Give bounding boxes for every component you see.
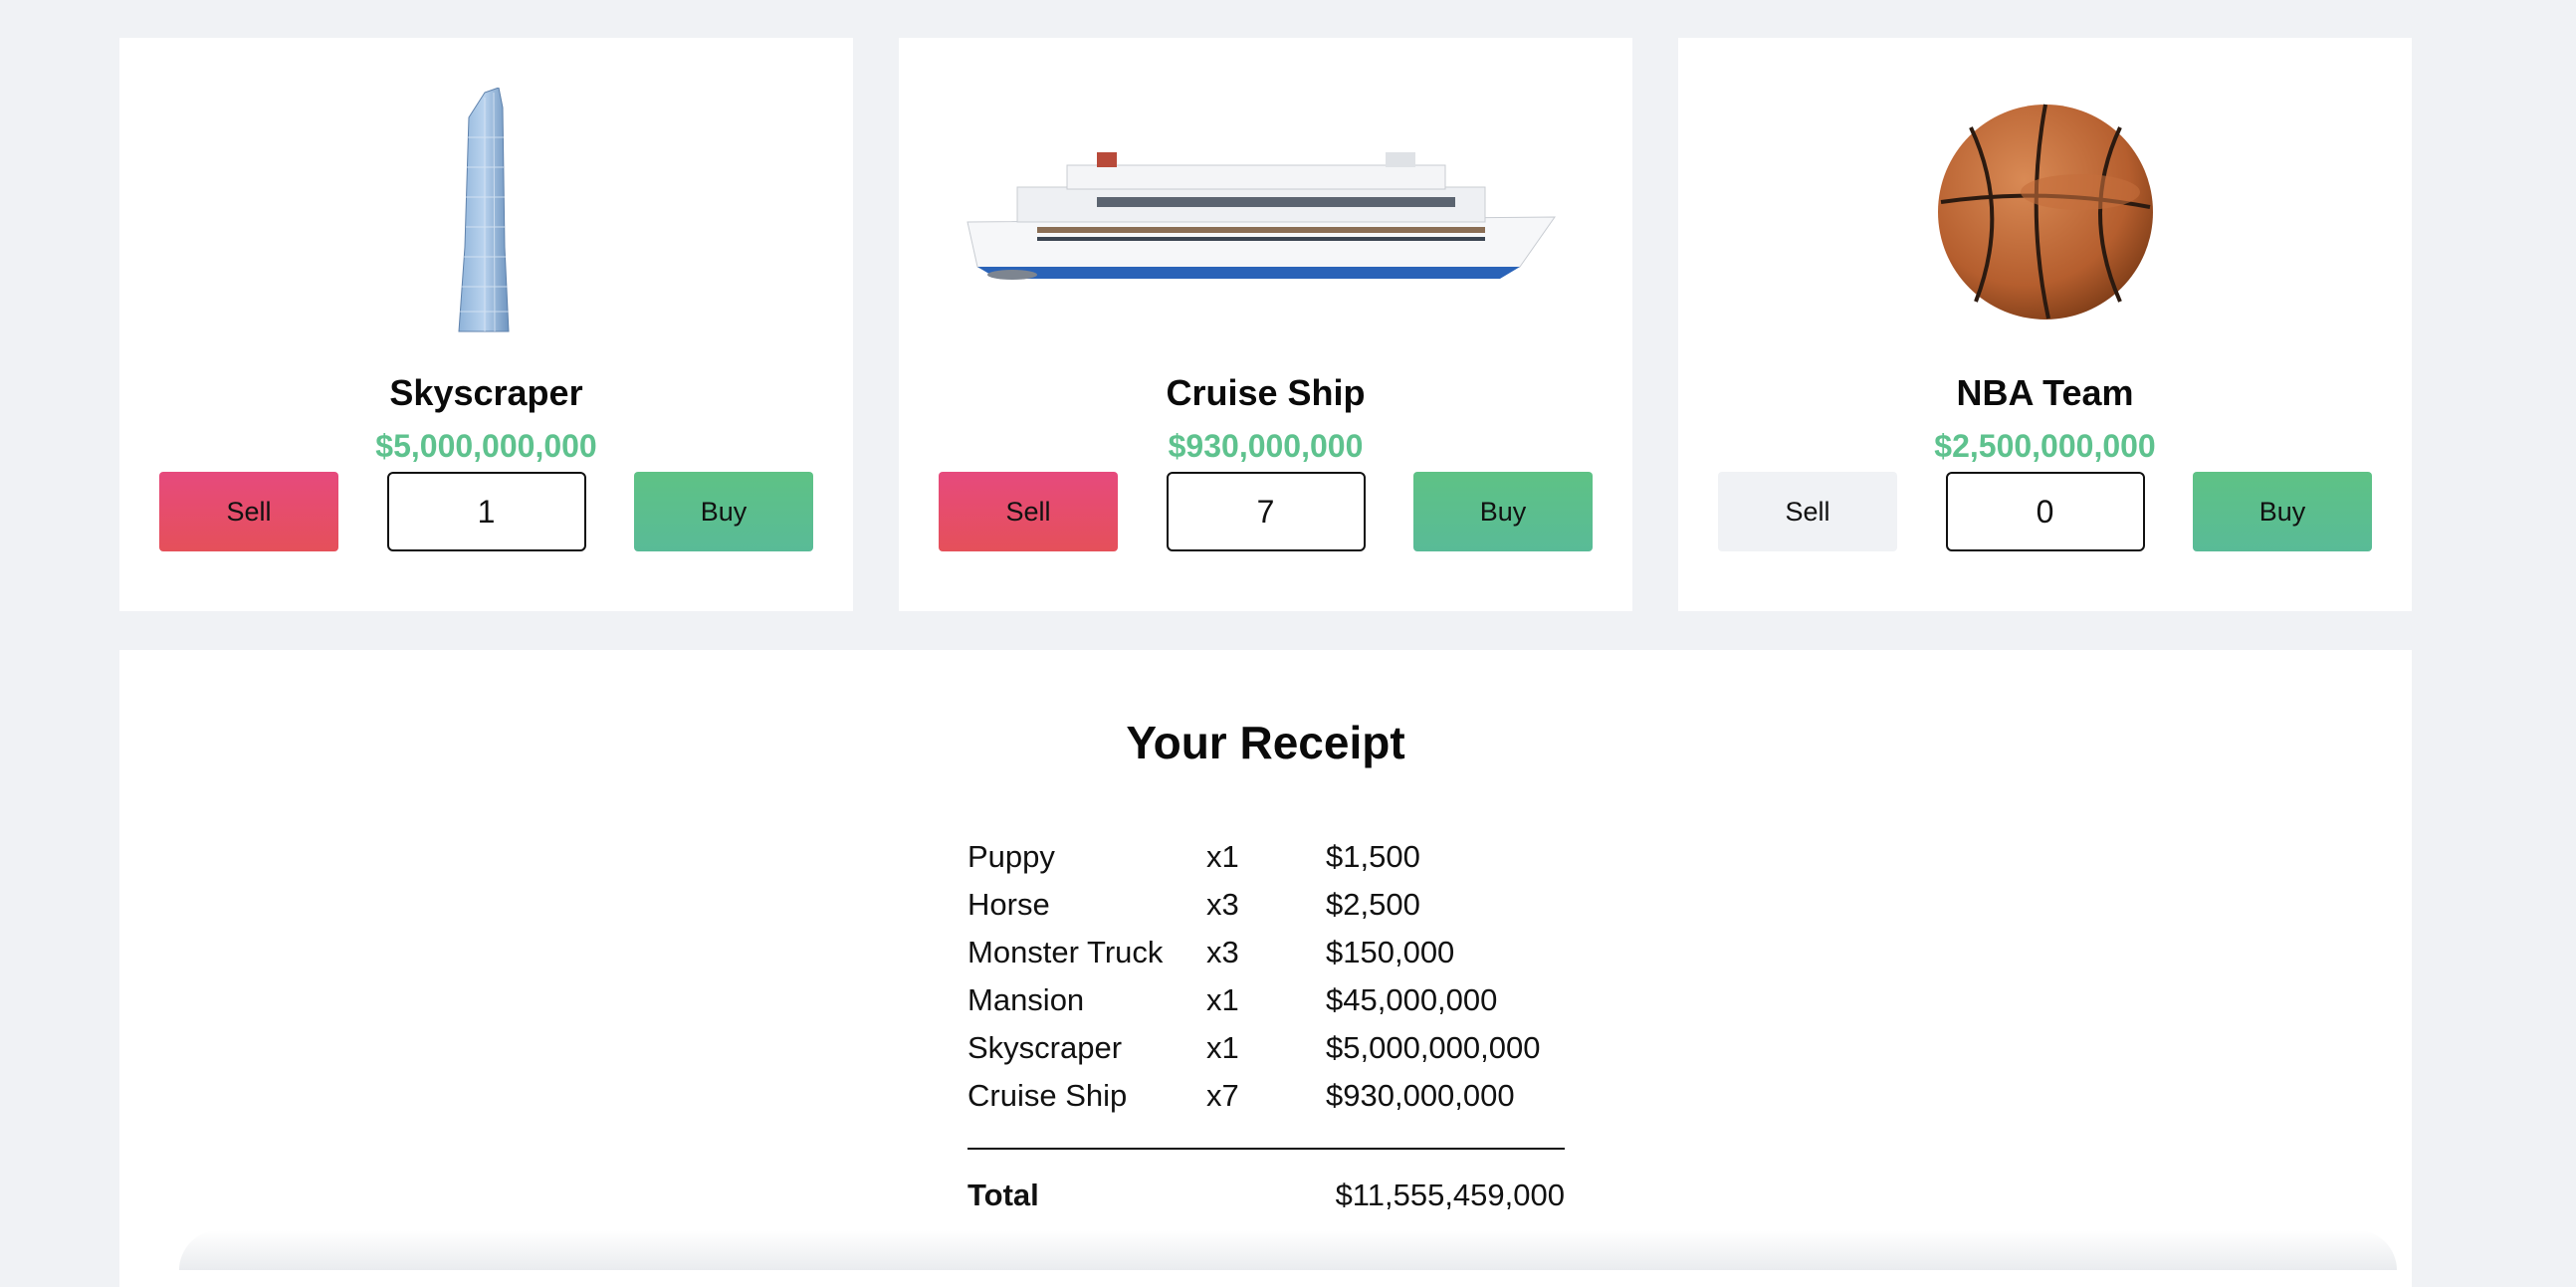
receipt-row: Mansion x1 $45,000,000	[967, 976, 1565, 1024]
product-controls: Sell Buy	[939, 472, 1593, 551]
receipt-item-qty: x3	[1206, 935, 1239, 969]
product-controls: Sell Buy	[159, 472, 813, 551]
cruise-ship-icon	[899, 83, 1632, 341]
receipt-row: Horse x3 $2,500	[967, 881, 1565, 929]
receipt-item-qty: x1	[1206, 982, 1239, 1017]
product-price: $2,500,000,000	[1934, 428, 2156, 464]
sell-button[interactable]: Sell	[159, 472, 338, 551]
receipt-item-name: Monster Truck	[967, 935, 1164, 969]
buy-button[interactable]: Buy	[634, 472, 813, 551]
receipt-item-amount: $2,500	[1326, 887, 1420, 922]
receipt-item-qty: x1	[1206, 1030, 1239, 1065]
receipt-panel: Your Receipt Puppy x1 $1,500 Horse x3 $2…	[119, 650, 2412, 1287]
total-label: Total	[967, 1178, 1039, 1212]
product-card-skyscraper: Skyscraper $5,000,000,000 Sell Buy	[119, 38, 853, 611]
product-name: NBA Team	[1956, 372, 2134, 413]
product-price: $5,000,000,000	[375, 428, 597, 464]
product-name: Cruise Ship	[1166, 372, 1366, 413]
buy-button[interactable]: Buy	[1413, 472, 1593, 551]
receipt-row: Monster Truck x3 $150,000	[967, 929, 1565, 976]
receipt-item-name: Cruise Ship	[967, 1078, 1128, 1113]
receipt-item-qty: x1	[1206, 839, 1239, 874]
receipt-item-name: Horse	[967, 887, 1050, 922]
product-controls: Sell Buy	[1718, 472, 2372, 551]
basketball-icon	[1678, 83, 2412, 341]
receipt-item-amount: $1,500	[1326, 839, 1420, 874]
receipt-item-amount: $930,000,000	[1326, 1078, 1515, 1113]
receipt-item-amount: $150,000	[1326, 935, 1455, 969]
quantity-input[interactable]	[1945, 472, 2145, 551]
sell-button[interactable]: Sell	[939, 472, 1118, 551]
receipt-row: Puppy x1 $1,500	[967, 833, 1565, 881]
sell-button[interactable]: Sell	[1718, 472, 1897, 551]
bottom-banner-shadow	[179, 1230, 2397, 1270]
receipt-item-name: Skyscraper	[967, 1030, 1123, 1065]
receipt-items: Puppy x1 $1,500 Horse x3 $2,500 Monster …	[967, 833, 1565, 1120]
receipt-item-qty: x7	[1206, 1078, 1239, 1113]
receipt-item-name: Mansion	[967, 982, 1085, 1017]
product-card-cruise-ship: Cruise Ship $930,000,000 Sell Buy	[899, 38, 1632, 611]
receipt-item-amount: $5,000,000,000	[1326, 1030, 1541, 1065]
buy-button[interactable]: Buy	[2193, 472, 2372, 551]
receipt-item-amount: $45,000,000	[1326, 982, 1498, 1017]
quantity-input[interactable]	[1166, 472, 1366, 551]
product-cards: Skyscraper $5,000,000,000 Sell Buy Crui	[119, 38, 2412, 611]
receipt-item-name: Puppy	[967, 839, 1055, 874]
product-card-nba-team: NBA Team $2,500,000,000 Sell Buy	[1678, 38, 2412, 611]
receipt-title: Your Receipt	[1126, 717, 1405, 768]
quantity-input[interactable]	[386, 472, 586, 551]
receipt-row: Cruise Ship x7 $930,000,000	[967, 1072, 1565, 1120]
total-amount: $11,555,459,000	[1335, 1178, 1565, 1212]
receipt-divider	[967, 1148, 1565, 1150]
receipt-item-qty: x3	[1206, 887, 1239, 922]
receipt-row: Skyscraper x1 $5,000,000,000	[967, 1024, 1565, 1072]
product-price: $930,000,000	[1168, 428, 1364, 464]
product-name: Skyscraper	[389, 372, 583, 413]
receipt-total: Total $11,555,459,000	[967, 1172, 1565, 1219]
skyscraper-icon	[119, 83, 853, 341]
